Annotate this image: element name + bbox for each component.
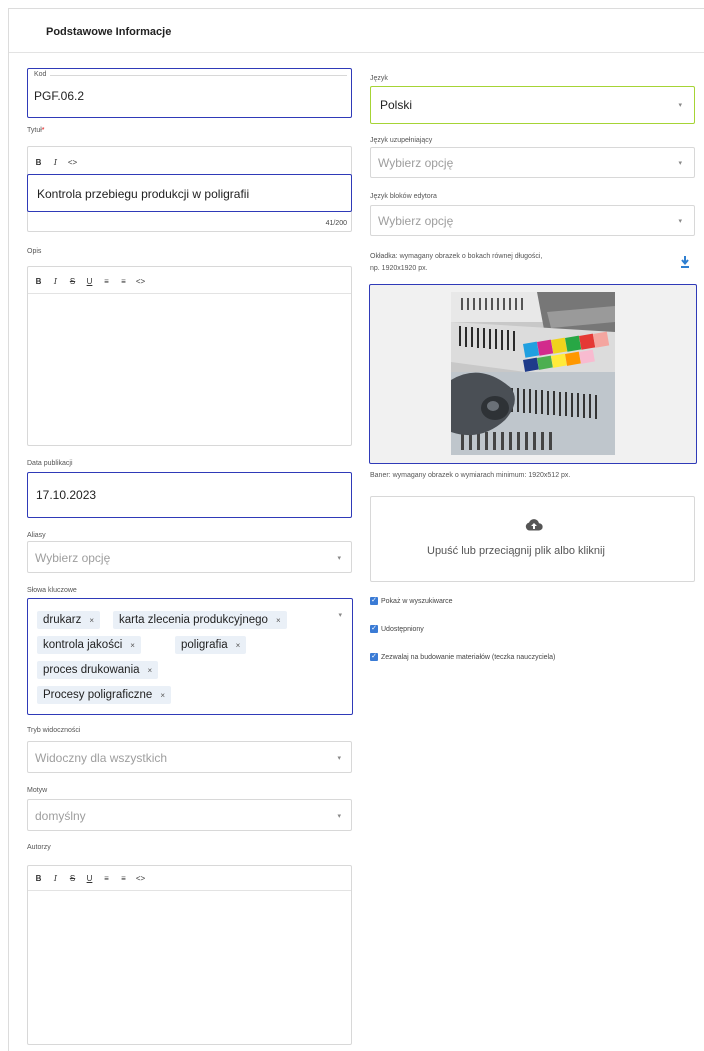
checkbox-zezwalaj-na-budowanie[interactable]: ✓ Zezwalaj na budowanie materiałów (tecz… xyxy=(370,653,555,661)
ordered-list-button[interactable]: ≡ xyxy=(98,874,115,883)
checkbox-label: Udostępniony xyxy=(381,625,424,633)
autorzy-toolbar-divider xyxy=(28,890,351,891)
tytul-input[interactable]: Kontrola przebiegu produkcji w poligrafi… xyxy=(27,174,352,212)
baner-dropzone-text: Upuść lub przeciągnij plik albo kliknij xyxy=(427,545,605,557)
jezyk-label: Język xyxy=(370,75,388,82)
ordered-list-button[interactable]: ≡ xyxy=(98,277,115,286)
jezyk-uzupelniajacy-label: Język uzupełniający xyxy=(370,137,433,144)
autorzy-label: Autorzy xyxy=(27,844,51,851)
opis-toolbar-divider xyxy=(28,293,351,294)
chip-remove-icon[interactable]: × xyxy=(148,666,153,675)
opis-toolbar: B I S U ≡ ≡ <> xyxy=(30,270,149,292)
italic-button[interactable]: I xyxy=(47,277,64,286)
italic-button[interactable]: I xyxy=(47,158,64,167)
chip-remove-icon[interactable]: × xyxy=(89,616,94,625)
motyw-value: domyślny xyxy=(35,809,86,823)
bullet-list-button[interactable]: ≡ xyxy=(115,874,132,883)
checkbox-udostepniony[interactable]: ✓ Udostępniony xyxy=(370,625,424,633)
jezyk-blokow-placeholder: Wybierz opcję xyxy=(378,214,454,228)
okladka-preview[interactable] xyxy=(369,284,697,464)
slowa-kluczowe-select[interactable]: ▾ drukarz × karta zlecenia produkcyjnego ×… xyxy=(27,598,353,715)
data-publikacji-label: Data publikacji xyxy=(27,460,73,467)
opis-label: Opis xyxy=(27,248,42,255)
chevron-down-icon: ▾ xyxy=(337,813,341,820)
code-button[interactable]: <> xyxy=(64,158,81,167)
underline-button[interactable]: U xyxy=(81,874,98,883)
keyword-chip: proces drukowania × xyxy=(37,661,159,679)
header-divider xyxy=(9,52,704,53)
aliasy-label: Aliasy xyxy=(27,532,46,539)
checkbox-checked-icon: ✓ xyxy=(370,653,378,661)
code-button[interactable]: <> xyxy=(132,874,149,883)
download-icon[interactable] xyxy=(680,256,690,268)
tytul-counter: 41/200 xyxy=(325,220,347,227)
aliasy-select[interactable]: Wybierz opcję ▾ xyxy=(27,541,352,573)
slowa-kluczowe-label: Słowa kluczowe xyxy=(27,587,77,594)
autorzy-toolbar: B I S U ≡ ≡ <> xyxy=(30,867,149,889)
checkbox-checked-icon: ✓ xyxy=(370,597,378,605)
jezyk-blokow-select[interactable]: Wybierz opcję ▾ xyxy=(370,205,695,236)
bullet-list-button[interactable]: ≡ xyxy=(115,277,132,286)
motyw-label: Motyw xyxy=(27,787,48,794)
underline-button[interactable]: U xyxy=(81,277,98,286)
jezyk-uzupelniajacy-select[interactable]: Wybierz opcję ▾ xyxy=(370,147,695,178)
kod-notch-line xyxy=(50,75,347,76)
jezyk-uzupelniajacy-placeholder: Wybierz opcję xyxy=(378,156,454,170)
data-publikacji-input[interactable]: 17.10.2023 xyxy=(27,472,352,518)
tryb-widocznosci-label: Tryb widoczności xyxy=(27,727,81,734)
baner-label: Baner: wymagany obrazek o wymiarach mini… xyxy=(370,472,571,479)
tytul-toolbar: B I <> xyxy=(30,151,81,173)
aliasy-placeholder: Wybierz opcję xyxy=(35,551,111,565)
okladka-label-line2: np. 1920x1920 px. xyxy=(370,265,428,272)
bold-button[interactable]: B xyxy=(30,874,47,883)
okladka-label-line1: Okładka: wymagany obrazek o bokach równe… xyxy=(370,253,543,260)
keyword-chip: poligrafia × xyxy=(175,636,247,654)
opis-editor[interactable]: B I S U ≡ ≡ <> xyxy=(27,266,352,446)
kod-label: Kod xyxy=(34,71,47,78)
keyword-chip: karta zlecenia produkcyjnego × xyxy=(113,611,287,629)
checkbox-pokaz-w-wyszukiwarce[interactable]: ✓ Pokaż w wyszukiwarce xyxy=(370,597,453,605)
chevron-down-icon: ▾ xyxy=(678,218,682,225)
cloud-upload-icon xyxy=(525,519,543,531)
chevron-down-icon: ▾ xyxy=(338,612,342,619)
bold-button[interactable]: B xyxy=(30,158,47,167)
chevron-down-icon: ▾ xyxy=(337,555,341,562)
chip-remove-icon[interactable]: × xyxy=(130,641,135,650)
strikethrough-button[interactable]: S xyxy=(64,874,81,883)
chevron-down-icon: ▾ xyxy=(337,755,341,762)
tytul-label: Tytuł* xyxy=(27,127,45,134)
chevron-down-icon: ▾ xyxy=(678,160,682,167)
jezyk-select[interactable]: Polski ▾ xyxy=(370,86,695,124)
cover-image xyxy=(451,292,615,455)
checkbox-label: Pokaż w wyszukiwarce xyxy=(381,597,453,605)
checkbox-label: Zezwalaj na budowanie materiałów (teczka… xyxy=(381,653,556,661)
strikethrough-button[interactable]: S xyxy=(64,277,81,286)
tryb-widocznosci-value: Widoczny dla wszystkich xyxy=(35,751,168,765)
italic-button[interactable]: I xyxy=(47,874,64,883)
chevron-down-icon: ▾ xyxy=(678,102,682,109)
chip-remove-icon[interactable]: × xyxy=(236,641,241,650)
chip-remove-icon[interactable]: × xyxy=(276,616,281,625)
keyword-chip: drukarz × xyxy=(37,611,101,629)
jezyk-value: Polski xyxy=(380,98,413,112)
tytul-value: Kontrola przebiegu produkcji w poligrafi… xyxy=(37,187,250,201)
checkbox-checked-icon: ✓ xyxy=(370,625,378,633)
baner-dropzone[interactable]: Upuść lub przeciągnij plik albo kliknij xyxy=(370,496,695,582)
chip-remove-icon[interactable]: × xyxy=(160,691,165,700)
kod-value: PGF.06.2 xyxy=(34,89,85,103)
kod-field[interactable]: Kod PGF.06.2 xyxy=(27,68,352,118)
autorzy-editor[interactable]: B I S U ≡ ≡ <> xyxy=(27,865,352,1045)
code-button[interactable]: <> xyxy=(132,277,149,286)
tryb-widocznosci-select[interactable]: Widoczny dla wszystkich ▾ xyxy=(27,741,352,773)
keyword-chip: Procesy poligraficzne × xyxy=(37,686,171,704)
keyword-chip: kontrola jakości × xyxy=(37,636,141,654)
motyw-select[interactable]: domyślny ▾ xyxy=(27,799,352,831)
bold-button[interactable]: B xyxy=(30,277,47,286)
data-publikacji-value: 17.10.2023 xyxy=(36,488,97,502)
section-title: Podstawowe Informacje xyxy=(46,26,172,38)
jezyk-blokow-label: Język bloków edytora xyxy=(370,193,437,200)
